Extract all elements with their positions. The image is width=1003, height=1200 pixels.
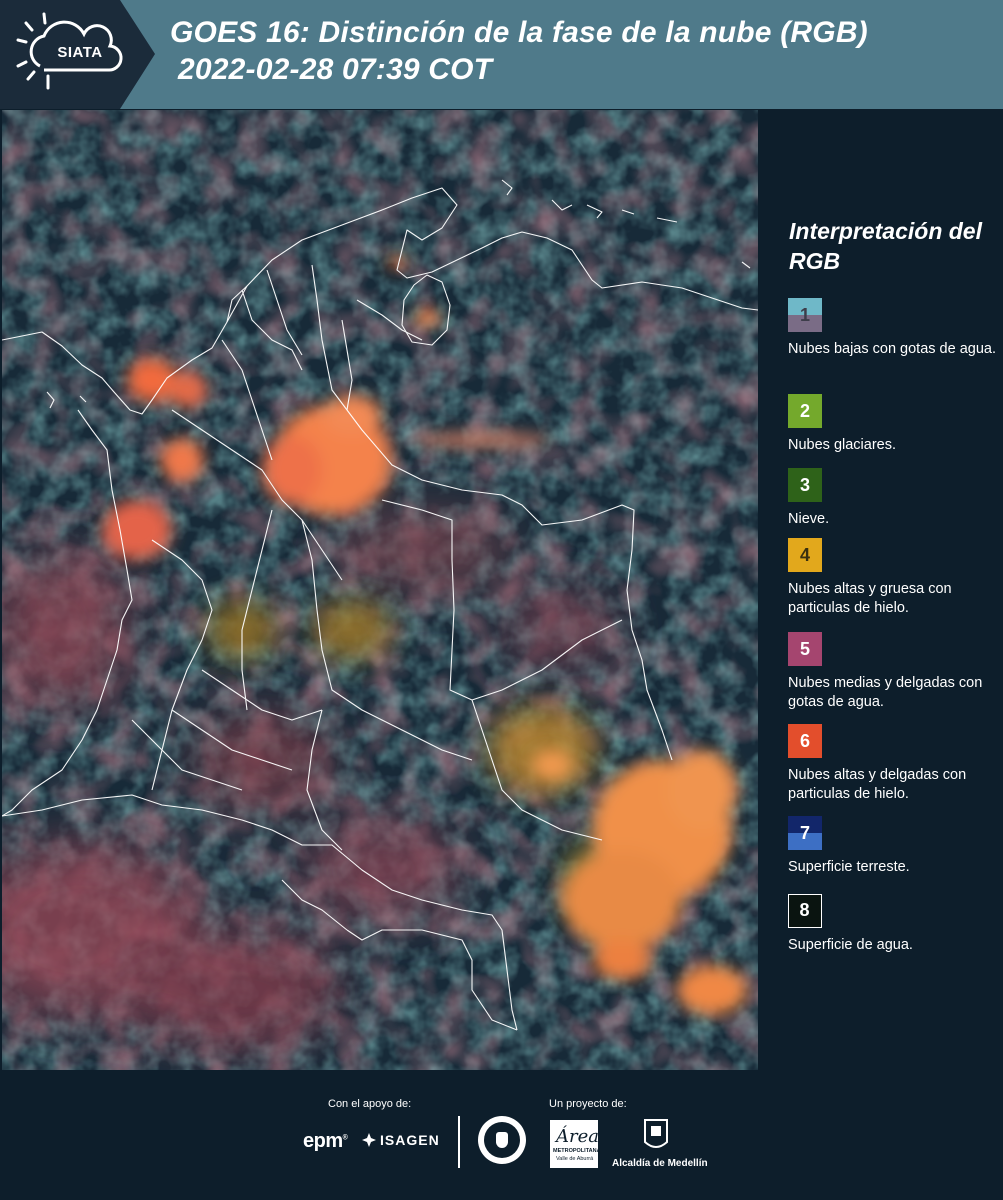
legend-label-8: Superficie de agua. xyxy=(788,937,913,953)
legend-item-2: 2 Nubes glaciares. xyxy=(788,394,998,455)
project-label: Un proyecto de: xyxy=(549,1098,627,1110)
legend-item-7: 7 Superficie terreste. xyxy=(788,816,998,877)
epm-text: epm xyxy=(303,1130,343,1152)
legend-title: Interpretación del RGB xyxy=(789,218,982,274)
epm-logo: epm® xyxy=(303,1130,348,1152)
legend-swatch-5: 5 xyxy=(788,632,822,666)
legend-item-1: 1 Nubes bajas con gotas de agua. xyxy=(788,298,998,359)
isagen-text: ISAGEN xyxy=(380,1132,440,1148)
support-label: Con el apoyo de: xyxy=(328,1098,412,1110)
legend-item-3: 3 Nieve. xyxy=(788,468,998,529)
legend-item-8: 8 Superficie de agua. xyxy=(788,894,998,955)
legend-swatch-2: 2 xyxy=(788,394,822,428)
area-metropolitana-logo: Área METROPOLITANA Valle de Aburrá xyxy=(550,1120,601,1168)
footer-divider xyxy=(458,1116,460,1168)
legend-swatch-7: 7 xyxy=(788,816,822,850)
legend-label-5: Nubes medias y delgadas con gotas de agu… xyxy=(788,675,983,710)
legend-swatch-6: 6 xyxy=(788,724,822,758)
legend-label-2: Nubes glaciares. xyxy=(788,437,896,453)
logo-text: SIATA xyxy=(57,44,103,61)
satellite-rgb-map xyxy=(2,110,758,1070)
area-script: Área xyxy=(556,1126,599,1147)
legend-swatch-1: 1 xyxy=(788,298,822,332)
medellin-label: Alcaldía de Medellín xyxy=(612,1158,708,1169)
legend-item-6: 6 Nubes altas y delgadas con particulas … xyxy=(788,724,998,803)
header: SIATA GOES 16: Distinción de la fase de … xyxy=(0,0,1003,109)
isagen-logo: ISAGEN xyxy=(362,1132,440,1148)
page-title: GOES 16: Distinción de la fase de la nub… xyxy=(170,14,868,88)
legend-number-4: 4 xyxy=(799,545,810,565)
legend-panel: Interpretación del RGB 1 Nubes bajas con… xyxy=(762,110,1003,1070)
medellin-shield-icon xyxy=(644,1119,668,1148)
legend-number-5: 5 xyxy=(799,639,810,659)
title-line-product: GOES 16: Distinción de la fase de la nub… xyxy=(170,16,868,49)
legend-label-7: Superficie terreste. xyxy=(788,859,910,875)
legend-number-3: 3 xyxy=(799,475,810,495)
area-small2: Valle de Aburrá xyxy=(556,1156,594,1162)
legend-swatch-4: 4 xyxy=(788,538,822,572)
legend-number-6: 6 xyxy=(799,731,810,751)
isagen-icon xyxy=(362,1133,376,1147)
legend-number-1: 1 xyxy=(799,305,810,325)
legend-item-4: 4 Nubes altas y gruesa con particulas de… xyxy=(788,538,998,617)
legend-label-3: Nieve. xyxy=(788,511,830,527)
legend-label-6: Nubes altas y delgadas con particulas de… xyxy=(788,767,967,802)
legend-swatch-8: 8 xyxy=(788,894,822,928)
legend-item-5: 5 Nubes medias y delgadas con gotas de a… xyxy=(788,632,998,711)
legend-label-1: Nubes bajas con gotas de agua. xyxy=(788,341,996,357)
university-seal-logo xyxy=(478,1116,526,1164)
footer: Con el apoyo de: Un proyecto de: epm® IS… xyxy=(0,1070,1003,1200)
legend-number-7: 7 xyxy=(799,823,810,843)
title-line-date: 2022-02-28 07:39 COT xyxy=(178,53,493,86)
legend-number-8: 8 xyxy=(799,900,810,920)
legend-swatch-3: 3 xyxy=(788,468,822,502)
legend-number-2: 2 xyxy=(799,401,810,421)
legend-label-4: Nubes altas y gruesa con particulas de h… xyxy=(788,581,952,616)
area-small1: METROPOLITANA xyxy=(553,1148,601,1154)
siata-logo: SIATA xyxy=(0,0,155,109)
